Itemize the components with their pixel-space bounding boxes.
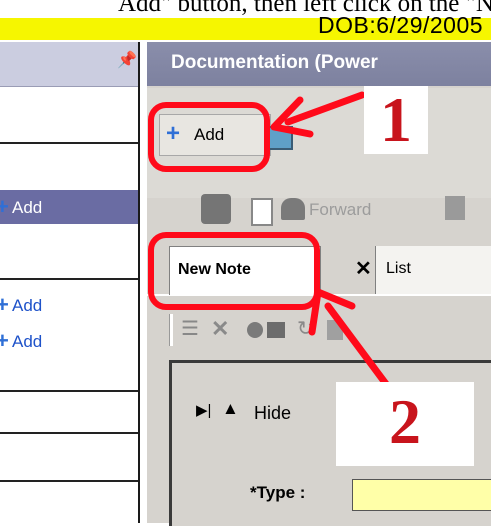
arrow-step2 xyxy=(308,288,396,396)
arrow-step1 xyxy=(270,91,366,138)
annotation-step-1: 1 xyxy=(364,86,428,154)
annotation-step-2: 2 xyxy=(336,382,474,466)
